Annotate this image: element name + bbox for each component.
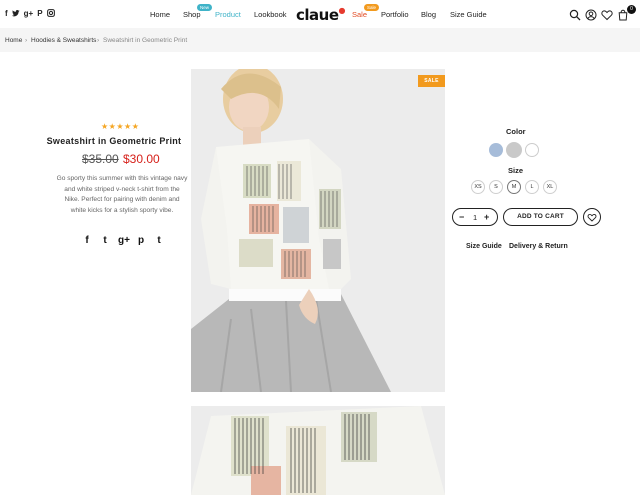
facebook-share-icon[interactable]: f xyxy=(82,235,92,246)
social-links: f g+ P xyxy=(5,9,55,19)
color-swatch-white[interactable] xyxy=(525,143,539,157)
product-image-secondary[interactable] xyxy=(191,406,445,495)
product-description: Go sporty this summer with this vintage … xyxy=(56,175,188,214)
nav-sale[interactable]: Sale xyxy=(352,10,367,19)
breadcrumb-current: Sweatshirt in Geometric Print xyxy=(103,37,188,44)
size-option-m[interactable]: M xyxy=(507,180,521,194)
nav-home[interactable]: Home xyxy=(150,10,170,19)
sale-price: $30.00 xyxy=(123,152,160,166)
color-swatch-blue[interactable] xyxy=(489,143,503,157)
google-plus-share-icon[interactable]: g+ xyxy=(118,235,130,246)
wishlist-icon[interactable] xyxy=(601,8,613,21)
sale-nav-badge: Sale xyxy=(364,4,380,11)
add-to-cart-button[interactable]: ADD TO CART xyxy=(503,208,578,226)
tumblr-share-icon[interactable]: t xyxy=(154,235,164,246)
size-label: Size xyxy=(508,166,524,175)
size-guide-link[interactable]: Size Guide xyxy=(466,243,502,250)
model-illustration xyxy=(191,69,445,392)
size-option-l[interactable]: L xyxy=(525,180,539,194)
nav-lookbook[interactable]: Lookbook xyxy=(254,10,287,19)
cart-count-badge: 0 xyxy=(627,5,636,14)
twitter-icon[interactable] xyxy=(11,9,20,19)
add-to-wishlist-button[interactable] xyxy=(583,208,601,226)
quantity-stepper: − 1 + xyxy=(452,208,498,226)
quantity-decrease-button[interactable]: − xyxy=(459,212,464,222)
nav-size-guide[interactable]: Size Guide xyxy=(450,10,487,19)
twitter-share-icon[interactable]: t xyxy=(100,235,110,246)
color-label: Color xyxy=(506,127,526,136)
rating-stars: ★★★★★ xyxy=(101,122,140,131)
account-icon[interactable] xyxy=(585,8,597,21)
breadcrumb-separator: › xyxy=(97,37,100,44)
quantity-increase-button[interactable]: + xyxy=(484,212,489,222)
new-badge: New xyxy=(197,4,213,11)
pinterest-icon[interactable]: P xyxy=(37,9,42,19)
quantity-value[interactable]: 1 xyxy=(473,213,477,222)
product-image-main[interactable] xyxy=(191,69,445,392)
facebook-icon[interactable]: f xyxy=(5,9,8,19)
delivery-return-link[interactable]: Delivery & Return xyxy=(509,243,568,250)
breadcrumb-separator: › xyxy=(25,37,28,44)
pinterest-share-icon[interactable]: p xyxy=(136,235,146,246)
site-header: f g+ P Home Shop New Product Lookbook cl… xyxy=(0,0,640,28)
instagram-icon[interactable] xyxy=(46,9,55,19)
google-plus-icon[interactable]: g+ xyxy=(24,9,34,19)
heart-icon xyxy=(587,213,597,222)
sale-badge: SALE xyxy=(418,75,445,87)
size-option-xl[interactable]: XL xyxy=(543,180,557,194)
site-logo[interactable]: claue● xyxy=(296,6,346,24)
sweatshirt-closeup-illustration xyxy=(191,406,445,495)
size-option-s[interactable]: S xyxy=(489,180,503,194)
breadcrumb-category[interactable]: Hoodies & Sweatshirts xyxy=(31,37,96,44)
nav-blog[interactable]: Blog xyxy=(421,10,436,19)
breadcrumb-home[interactable]: Home xyxy=(5,37,22,44)
search-icon[interactable] xyxy=(569,8,581,21)
nav-shop[interactable]: Shop xyxy=(183,10,201,19)
old-price: $35.00 xyxy=(82,152,119,166)
color-swatch-grey[interactable] xyxy=(506,142,522,158)
share-links: f t g+ p t xyxy=(82,235,164,246)
nav-product[interactable]: Product xyxy=(215,10,241,19)
nav-portfolio[interactable]: Portfolio xyxy=(381,10,409,19)
size-option-xs[interactable]: XS xyxy=(471,180,485,194)
